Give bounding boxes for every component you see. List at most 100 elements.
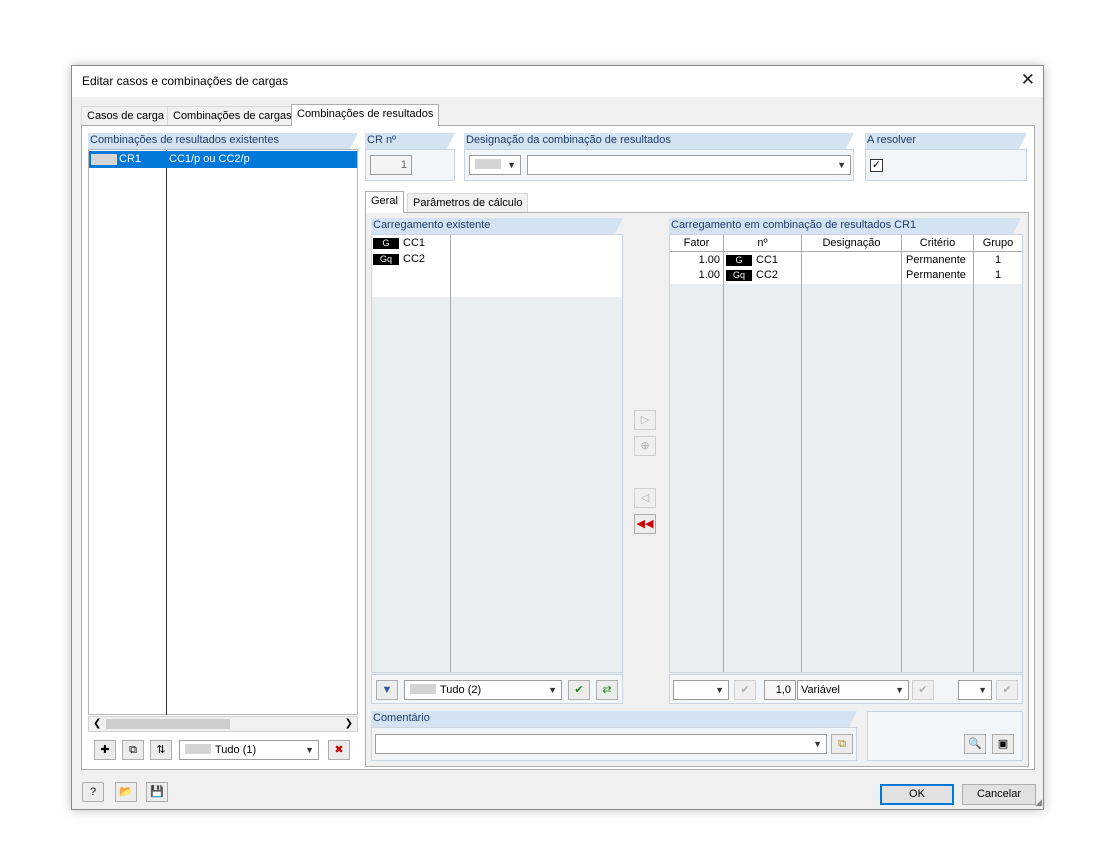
- load-type-badge: Gq: [373, 253, 399, 265]
- add-multiple-icon: ⊕: [640, 440, 650, 452]
- add-right-icon: ▷: [640, 414, 650, 426]
- resolve-title: A resolver: [865, 133, 1027, 149]
- table-row-group[interactable]: 1: [974, 268, 1022, 282]
- close-icon[interactable]: ✕: [1021, 70, 1035, 90]
- help-icon: ?: [89, 786, 97, 798]
- display-icon: ▣: [997, 738, 1009, 750]
- new-combination-button[interactable]: ✚: [94, 740, 116, 760]
- delete-combination-button[interactable]: ✖: [328, 740, 350, 760]
- existing-combinations-title: Combinações de resultados existentes: [88, 133, 358, 149]
- help-button[interactable]: ?: [82, 782, 104, 802]
- remove-all-button[interactable]: ◀◀: [634, 514, 656, 534]
- existing-loading-title: Carregamento existente: [371, 218, 623, 234]
- display-button[interactable]: ▣: [992, 734, 1014, 754]
- resolve-checkbox[interactable]: ✓: [870, 159, 883, 172]
- check-icon: ✔: [918, 684, 928, 696]
- column-header-designation[interactable]: Designação: [802, 235, 901, 251]
- designation-value: [528, 159, 532, 171]
- check-list-icon: ✔: [574, 684, 584, 696]
- comment-group: ▼ ⧉: [371, 727, 857, 761]
- combination-id: CR1: [119, 153, 142, 165]
- sort-combination-button[interactable]: ⇅: [150, 740, 172, 760]
- tab-load-combinations[interactable]: Combinações de cargas: [167, 106, 298, 126]
- open-button[interactable]: 📂: [115, 782, 137, 802]
- designation-color-select[interactable]: ▼: [469, 155, 521, 175]
- filter-value: Tudo (1): [215, 744, 257, 756]
- combination-toolbar: ▼ ✔ 1,0 Variável ▼ ✔ ▼ ✔: [669, 674, 1023, 704]
- list-item[interactable]: Gq CC2: [373, 252, 425, 266]
- table-row-group[interactable]: 1: [974, 253, 1022, 267]
- column-header-group[interactable]: Grupo: [974, 235, 1022, 251]
- designation-group: ▼ ▼: [464, 149, 854, 181]
- horizontal-scrollbar[interactable]: ❮ ❯: [88, 716, 358, 732]
- table-row-criterion[interactable]: Permanente: [906, 268, 966, 282]
- copy-combination-button[interactable]: ⧉: [122, 740, 144, 760]
- combination-loading-table[interactable]: Fator nº Designação Critério Grupo 1.00 …: [669, 234, 1023, 673]
- ok-button[interactable]: OK: [880, 784, 954, 805]
- tab-calc-parameters[interactable]: Parâmetros de cálculo: [407, 193, 529, 213]
- table-row-no[interactable]: G CC1: [726, 253, 778, 267]
- load-type-badge: G: [373, 237, 399, 249]
- tab-result-combinations[interactable]: Combinações de resultados: [291, 104, 440, 126]
- check-icon: ✔: [740, 684, 750, 696]
- cr-number-field[interactable]: 1: [370, 155, 412, 175]
- apply-type-button[interactable]: ✔: [912, 680, 934, 700]
- cr-number-group: 1: [365, 149, 455, 181]
- scroll-right-icon[interactable]: ❯: [345, 717, 353, 731]
- remove-selected-button[interactable]: ◁: [634, 488, 656, 508]
- apply-factor-button[interactable]: ✔: [734, 680, 756, 700]
- invert-selection-button[interactable]: ⇄: [596, 680, 618, 700]
- chevron-down-icon: ▼: [837, 160, 846, 170]
- select-all-button[interactable]: ✔: [568, 680, 590, 700]
- combination-description: CC1/p ou CC2/p: [169, 153, 250, 165]
- group-select[interactable]: ▼: [958, 680, 992, 700]
- filter-color-swatch: [410, 684, 436, 694]
- column-header-criterion[interactable]: Critério: [902, 235, 973, 251]
- comment-library-button[interactable]: ⧉: [831, 734, 853, 754]
- table-row-criterion[interactable]: Permanente: [906, 253, 966, 267]
- list-item[interactable]: G CC1: [373, 236, 425, 250]
- filter-button[interactable]: ▼: [376, 680, 398, 700]
- save-button[interactable]: 💾: [146, 782, 168, 802]
- column-header-factor[interactable]: Fator: [670, 235, 723, 251]
- left-filter-select[interactable]: Tudo (1) ▼: [179, 740, 319, 760]
- scroll-thumb[interactable]: [106, 719, 230, 729]
- load-case-name: CC1: [403, 237, 426, 249]
- tab-general[interactable]: Geral: [365, 191, 404, 213]
- load-case-name: CC2: [403, 253, 426, 265]
- cr-number-title: CR nº: [365, 133, 455, 149]
- table-row-factor[interactable]: 1.00: [670, 253, 720, 267]
- existing-combinations-list[interactable]: CR1 CC1/p ou CC2/p: [88, 149, 358, 715]
- chevron-down-icon: ▼: [507, 160, 516, 170]
- existing-loading-list[interactable]: G CC1 Gq CC2: [371, 234, 623, 673]
- chevron-down-icon: ▼: [305, 745, 314, 755]
- tab-load-cases[interactable]: Casos de carga: [81, 106, 171, 126]
- column-header-no[interactable]: nº: [724, 235, 801, 251]
- apply-group-button[interactable]: ✔: [996, 680, 1018, 700]
- list-item[interactable]: CR1 CC1/p ou CC2/p: [89, 151, 357, 168]
- designation-color-swatch: [475, 159, 501, 169]
- preview-button[interactable]: 🔍: [964, 734, 986, 754]
- scroll-left-icon[interactable]: ❮: [93, 717, 101, 731]
- comment-input[interactable]: ▼: [375, 734, 827, 754]
- load-type-badge: G: [726, 254, 752, 266]
- save-icon: 💾: [150, 786, 164, 798]
- add-selected-button[interactable]: ▷: [634, 410, 656, 430]
- table-row-no[interactable]: Gq CC2: [726, 268, 778, 282]
- cancel-button[interactable]: Cancelar: [962, 784, 1036, 805]
- add-all-button[interactable]: ⊕: [634, 436, 656, 456]
- factor-select[interactable]: ▼: [673, 680, 729, 700]
- comment-title: Comentário: [371, 711, 857, 727]
- check-icon: ✔: [1002, 684, 1012, 696]
- type-select[interactable]: Variável ▼: [797, 680, 909, 700]
- load-type-badge: Gq: [726, 269, 752, 281]
- chevron-down-icon: ▼: [978, 685, 987, 695]
- designation-input[interactable]: ▼: [527, 155, 851, 175]
- factor-value-field[interactable]: 1,0: [764, 680, 796, 700]
- color-swatch: [91, 154, 117, 165]
- sort-ab-icon: ⇅: [156, 744, 166, 756]
- type-value: Variável: [801, 684, 840, 696]
- existing-filter-select[interactable]: Tudo (2) ▼: [404, 680, 562, 700]
- resize-grip-icon[interactable]: ◢: [1035, 797, 1042, 808]
- table-row-factor[interactable]: 1.00: [670, 268, 720, 282]
